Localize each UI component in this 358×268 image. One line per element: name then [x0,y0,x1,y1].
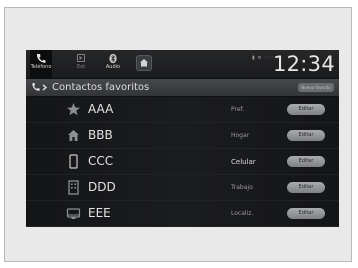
edit-button[interactable]: Editar [287,156,325,167]
compass-icon [77,54,85,62]
edit-button[interactable]: Editar [287,130,325,141]
page-title: Contactos favoritos [52,82,150,93]
contact-type: Celular [231,158,256,166]
contact-name: BBB [88,128,113,142]
header-bar: Contactos favoritos Nuevo favorito [26,79,339,96]
status-bar: Teléfono Ext Audio ▮ ≡ ◦◦◦ 12:34 [26,50,339,78]
list-item[interactable]: BBB Hogar Editar [26,123,339,149]
infotainment-screen: Teléfono Ext Audio ▮ ≡ ◦◦◦ 12:34 Contact… [26,50,339,227]
contact-name: EEE [88,206,111,220]
status-indicators: ▮ ≡ ◦◦◦ [252,55,275,61]
list-item[interactable]: DDD Trabajo Editar [26,175,339,201]
tab-label: Ext [76,64,86,70]
tab-label: Teléfono [30,64,52,70]
home-icon [140,59,148,67]
car-icon [66,208,81,219]
contact-name: CCC [88,154,114,168]
home-button[interactable] [136,55,152,71]
edit-button[interactable]: Editar [287,182,325,193]
contact-name: DDD [88,180,116,194]
tab-ext[interactable]: Ext [70,50,92,78]
clock: 12:34 [272,52,335,76]
contact-type: Pref. [231,106,245,113]
phone-icon [36,54,46,63]
new-favorite-button[interactable]: Nuevo favorito [298,83,334,92]
edit-button[interactable]: Editar [287,208,325,219]
list-item[interactable]: EEE Localiz. Editar [26,201,339,227]
list-item[interactable]: AAA Pref. Editar [26,97,339,123]
contact-type: Localiz. [231,210,254,217]
tab-audio[interactable]: Audio [102,50,124,78]
bluetooth-icon [109,53,117,64]
favorites-list: AAA Pref. Editar BBB Hogar Editar CCC Ce… [26,97,339,227]
home-icon [68,130,79,141]
tab-label: Audio [105,64,121,70]
contact-name: AAA [88,102,114,116]
building-icon [68,180,79,195]
contact-type: Hogar [231,132,250,139]
tab-telefono[interactable]: Teléfono [30,50,52,78]
star-icon [67,103,80,116]
phone-back-icon[interactable] [31,82,49,93]
contact-type: Trabajo [231,184,253,191]
list-item[interactable]: CCC Celular Editar [26,149,339,175]
edit-button[interactable]: Editar [287,104,325,115]
mobile-phone-icon [69,154,78,169]
